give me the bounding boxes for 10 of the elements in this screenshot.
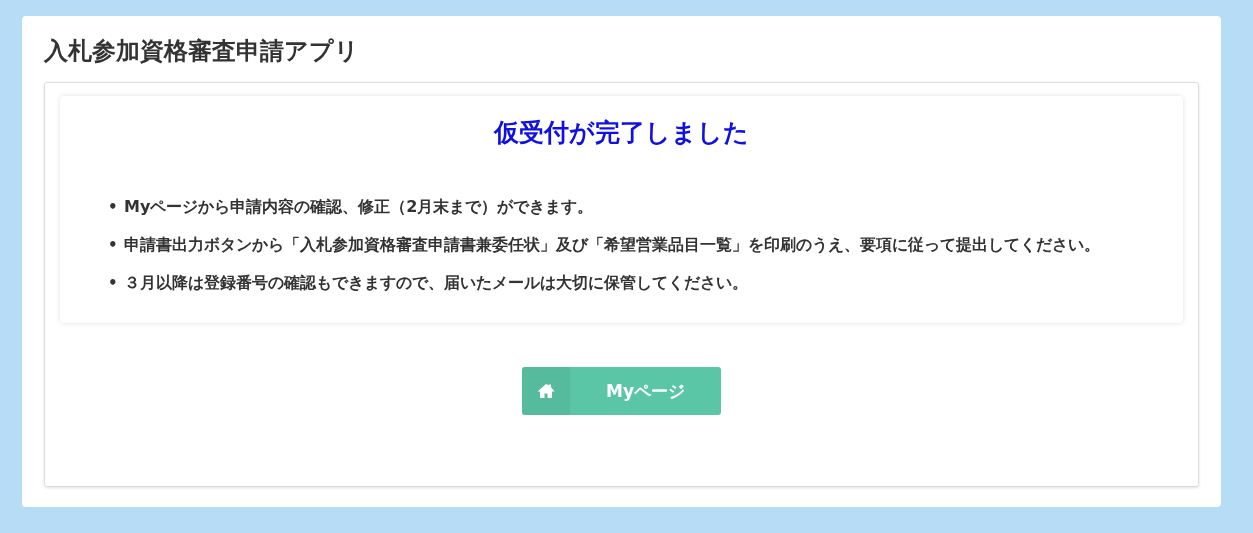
bullet: • [108,197,119,217]
message-item: Myページから申請内容の確認、修正（2月末まで）ができます。 [124,197,594,217]
message-item: ３月以降は登録番号の確認もできますので、届いたメールは大切に保管してください。 [124,273,748,293]
home-icon [537,383,555,399]
bullet: • [108,235,119,255]
message-item: 申請書出力ボタンから「入札参加資格審査申請書兼委任状」及び「希望営業品目一覧」を印刷のうえ、要項に従って提出してください。 [124,235,1100,255]
app-title: 入札参加資格審査申請アプリ [44,36,360,67]
message-heading: 仮受付が完了しました [492,117,750,149]
mypage-button[interactable]: Myページ [522,367,721,415]
bullet: • [108,273,119,293]
